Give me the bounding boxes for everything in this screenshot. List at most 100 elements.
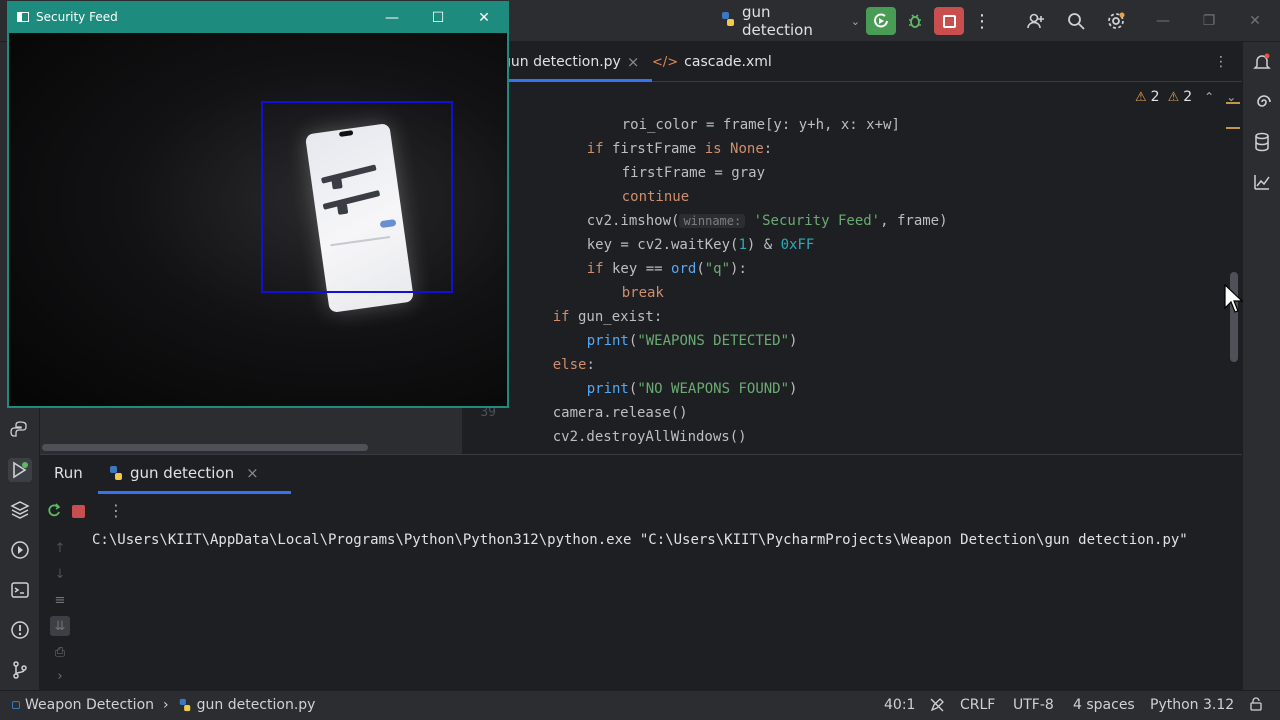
- breadcrumb-file[interactable]: gun detection.py: [197, 697, 316, 713]
- editor-tabs-more-button[interactable]: ⋮: [1214, 42, 1228, 82]
- python-icon: [110, 466, 122, 480]
- more-actions-button[interactable]: ⋮: [970, 7, 994, 35]
- git-tool-button[interactable]: [8, 658, 32, 682]
- minimize-icon: —: [1156, 13, 1170, 29]
- code-line: cv2.destroyAllWindows(): [519, 401, 747, 445]
- feed-maximize-button[interactable]: ☐: [423, 7, 453, 29]
- terminal-icon: [11, 582, 29, 598]
- xml-file-icon: </>: [652, 54, 679, 70]
- code-line: camera.release(): [519, 377, 688, 421]
- code-text: (: [696, 261, 705, 277]
- tab-cascade-xml[interactable]: </> cascade.xml: [652, 42, 772, 82]
- tab-close-icon[interactable]: ×: [627, 53, 640, 71]
- print-icon[interactable]: ⎙: [50, 642, 70, 662]
- run-tab-close-icon[interactable]: ×: [246, 464, 259, 482]
- code-text: :: [763, 141, 773, 157]
- security-feed-window[interactable]: Security Feed — ☐ ✕: [7, 1, 509, 408]
- soft-wrap-icon[interactable]: ≡: [50, 590, 70, 610]
- code-editor[interactable]: roi_color = frame[y: y+h, x: x+w] if fir…: [462, 82, 1242, 445]
- services-tool-button[interactable]: [8, 538, 32, 562]
- warning-icon: ⚠: [1135, 89, 1147, 105]
- window-minimize-button[interactable]: —: [1140, 8, 1186, 34]
- feed-close-button[interactable]: ✕: [469, 7, 499, 29]
- close-icon: ✕: [478, 10, 490, 26]
- python-console-tool-button[interactable]: [8, 418, 32, 442]
- line-separator[interactable]: CRLF: [960, 697, 995, 713]
- weak-warning-count: 2: [1183, 89, 1193, 105]
- status-bar: Weapon Detection › gun detection.py 40:1…: [0, 690, 1280, 720]
- tab-label: cascade.xml: [684, 54, 772, 70]
- file-encoding[interactable]: UTF-8: [1013, 697, 1054, 713]
- code-line: print("NO WEAPONS FOUND"): [553, 353, 798, 397]
- window-maximize-button[interactable]: ❐: [1186, 8, 1232, 34]
- console-toolbar: ↑ ↓ ≡ ⇊ ⎙ ›: [40, 528, 80, 690]
- sciview-tool-button[interactable]: [1250, 170, 1274, 194]
- tab-gun-detection-py[interactable]: gun detection.py ×: [502, 42, 639, 82]
- breadcrumb-project[interactable]: Weapon Detection: [25, 697, 154, 713]
- indent-setting[interactable]: 4 spaces: [1073, 697, 1135, 713]
- search-everywhere-button[interactable]: [1062, 7, 1090, 35]
- rerun-button[interactable]: [866, 7, 896, 35]
- rerun-button[interactable]: [46, 503, 62, 523]
- code-text: ): [789, 333, 798, 349]
- bell-icon: [1253, 53, 1271, 69]
- stop-button[interactable]: [934, 7, 964, 35]
- run-tab-gun-detection[interactable]: gun detection ×: [108, 464, 259, 482]
- code-text: cv2.destroyAllWindows(): [552, 429, 747, 445]
- run-toolbar: ⋮: [40, 500, 160, 524]
- stop-icon: [942, 14, 956, 28]
- feed-minimize-button[interactable]: —: [377, 7, 407, 29]
- close-icon: ✕: [1249, 13, 1261, 29]
- caret-position[interactable]: 40:1: [884, 697, 915, 713]
- chevron-right-icon[interactable]: ›: [50, 666, 70, 686]
- notifications-tool-button[interactable]: [1250, 50, 1274, 74]
- run-more-button[interactable]: ⋮: [108, 501, 124, 520]
- database-icon: [1255, 132, 1269, 152]
- security-feed-title: Security Feed: [36, 10, 118, 24]
- run-tool-button[interactable]: [8, 458, 32, 482]
- search-icon: [1068, 13, 1085, 30]
- window-close-button[interactable]: ✕: [1232, 8, 1278, 34]
- terminal-tool-button[interactable]: [8, 578, 32, 602]
- weak-warning-icon: ⚠: [1167, 89, 1180, 105]
- lock-icon[interactable]: [1249, 697, 1263, 711]
- add-user-icon: [1027, 13, 1044, 29]
- stop-button[interactable]: [72, 505, 85, 518]
- chevron-down-icon: ⌄: [850, 14, 860, 28]
- debug-button[interactable]: [900, 7, 930, 35]
- code-line: print("WEAPONS DETECTED"): [553, 305, 798, 349]
- problems-tool-button[interactable]: [8, 618, 32, 642]
- chevron-up-icon[interactable]: ⌃: [1204, 90, 1214, 104]
- horizontal-scrollbar[interactable]: [42, 444, 368, 451]
- code-number: 0xFF: [780, 237, 815, 253]
- code-with-me-button[interactable]: [1022, 7, 1050, 35]
- scroll-up-icon[interactable]: ↑: [50, 538, 70, 558]
- minimize-icon: —: [385, 10, 399, 26]
- settings-button[interactable]: [1102, 7, 1130, 35]
- code-line: continue: [588, 161, 689, 205]
- more-icon: ⋮: [973, 10, 991, 32]
- python-packages-tool-button[interactable]: [8, 498, 32, 522]
- warning-stripe[interactable]: [1226, 127, 1240, 129]
- run-configuration-selector[interactable]: gun detection ⌄: [720, 3, 860, 39]
- code-line: break: [588, 257, 664, 301]
- scroll-to-end-icon[interactable]: ⇊: [50, 616, 70, 636]
- debug-icon: [909, 14, 921, 28]
- no-edit-icon: [930, 698, 944, 712]
- breadcrumb[interactable]: Weapon Detection › gun detection.py: [12, 697, 315, 713]
- rerun-icon: [874, 13, 888, 28]
- ai-assistant-tool-button[interactable]: [1250, 90, 1274, 114]
- python-interpreter[interactable]: Python 3.12: [1150, 697, 1234, 713]
- database-tool-button[interactable]: [1250, 130, 1274, 154]
- warning-stripe[interactable]: [1226, 102, 1240, 104]
- inspection-widget[interactable]: ⚠ 2 ⚠ 2 ⌃ ⌄: [1135, 86, 1236, 108]
- scroll-down-icon[interactable]: ↓: [50, 564, 70, 584]
- read-only-toggle[interactable]: [929, 697, 945, 713]
- python-icon: [179, 698, 190, 712]
- code-text: , frame): [880, 213, 948, 229]
- problems-icon: [11, 621, 29, 639]
- more-icon: ⋮: [1214, 54, 1228, 70]
- security-feed-title-bar[interactable]: Security Feed — ☐ ✕: [8, 2, 508, 32]
- breadcrumb-separator: ›: [163, 697, 169, 713]
- code-line: cv2.imshow(winname: 'Security Feed', fra…: [553, 185, 948, 229]
